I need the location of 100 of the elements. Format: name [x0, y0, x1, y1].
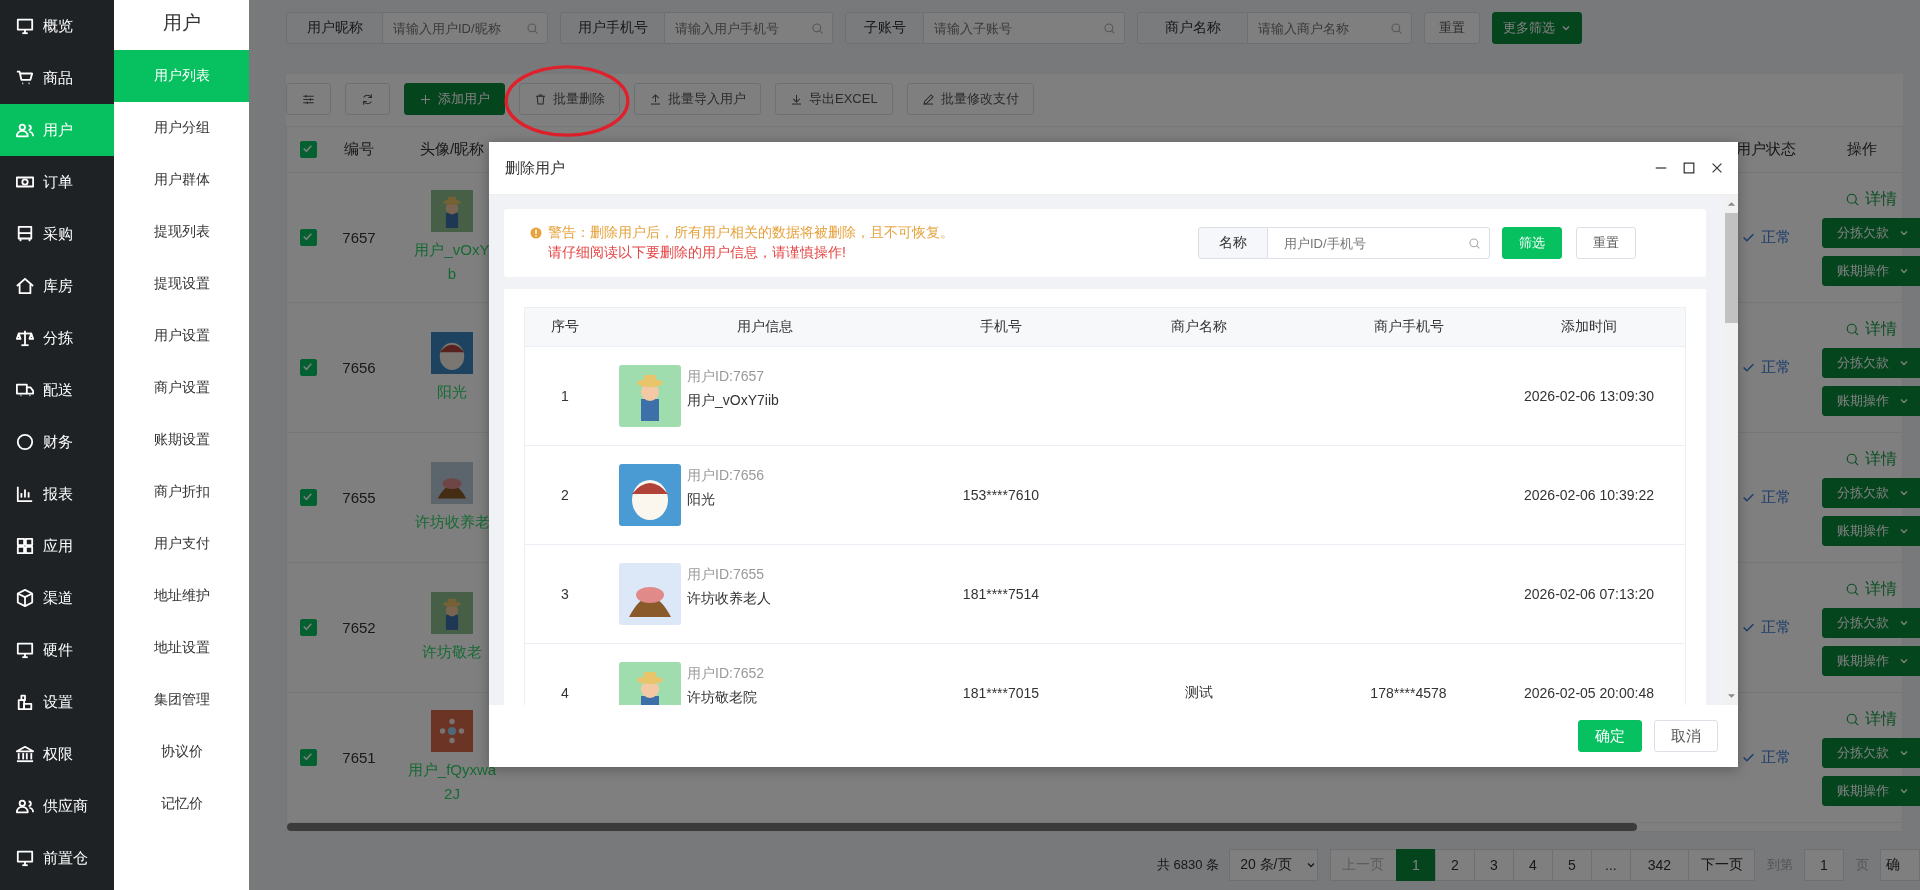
dropdown-button[interactable]: 分拣欠款 — [1822, 608, 1920, 638]
page-button[interactable]: 1 — [1395, 849, 1436, 881]
reset-button[interactable]: 重置 — [1576, 227, 1636, 259]
dropdown-button[interactable]: 账期操作 — [1822, 776, 1920, 806]
arrow-up-icon[interactable] — [1726, 201, 1736, 207]
maximize-icon[interactable] — [1682, 161, 1696, 175]
confirm-button[interactable]: 确 — [1880, 849, 1920, 881]
search-icon — [1845, 712, 1860, 727]
sidebar-item[interactable]: 账期设置 — [114, 414, 249, 466]
arrow-down-icon[interactable] — [1726, 693, 1736, 699]
table-cell: 3 — [561, 586, 569, 602]
more-filters-button[interactable]: 更多筛选 — [1492, 12, 1582, 44]
reset-button[interactable]: 重置 — [1424, 12, 1480, 44]
column-header: 商户名称 — [1171, 318, 1227, 334]
next-page-button[interactable]: 下一页 — [1688, 849, 1755, 881]
column-header: 用户状态 — [1736, 140, 1796, 159]
cancel-button[interactable]: 取消 — [1654, 720, 1718, 752]
nav-item[interactable]: 渠道 — [0, 572, 114, 624]
nav-item[interactable]: 前置仓 — [0, 832, 114, 884]
page-button[interactable]: ... — [1590, 849, 1631, 881]
dropdown-button[interactable]: 分拣欠款 — [1822, 738, 1920, 768]
row-checkbox[interactable] — [299, 749, 317, 766]
sidebar-item[interactable]: 地址维护 — [114, 570, 249, 622]
column-header: 操作 — [1847, 140, 1877, 159]
page-button[interactable]: 4 — [1512, 849, 1553, 881]
nav-item[interactable]: 库房 — [0, 260, 114, 312]
detail-link[interactable]: 详情 — [1845, 449, 1897, 470]
sidebar-item[interactable]: 商户折扣 — [114, 466, 249, 518]
page-input[interactable]: 1 — [1804, 849, 1844, 881]
monitor-icon — [16, 849, 34, 867]
sidebar-item[interactable]: 协议价 — [114, 726, 249, 778]
filter-button[interactable]: 筛选 — [1502, 227, 1562, 259]
filter-label: 用户昵称 — [286, 12, 383, 44]
sidebar-item[interactable]: 集团管理 — [114, 674, 249, 726]
nav-item[interactable]: 用户 — [0, 104, 114, 156]
sidebar-item[interactable]: 地址设置 — [114, 622, 249, 674]
detail-link[interactable]: 详情 — [1845, 319, 1897, 340]
nav-item[interactable]: 概览 — [0, 0, 114, 52]
nav-item[interactable]: 订单 — [0, 156, 114, 208]
nav-item[interactable]: 报表 — [0, 468, 114, 520]
sidebar-item[interactable]: 用户列表 — [114, 50, 249, 102]
search-field[interactable]: 请输入子账号 — [924, 12, 1125, 44]
dropdown-button[interactable]: 分拣欠款 — [1822, 218, 1920, 248]
search-field[interactable]: 请输入用户ID/昵称 — [383, 12, 548, 44]
search-field[interactable]: 请输入商户名称 — [1248, 12, 1412, 44]
detail-link[interactable]: 详情 — [1845, 189, 1897, 210]
page-size-select[interactable]: 20 条/页 — [1229, 849, 1318, 881]
dropdown-button[interactable]: 分拣欠款 — [1822, 478, 1920, 508]
row-checkbox[interactable] — [299, 359, 317, 376]
nav-item[interactable]: 财务 — [0, 416, 114, 468]
toolbar-button[interactable]: 批量删除 — [519, 83, 620, 115]
columns-button[interactable] — [286, 83, 331, 115]
select-all-checkbox[interactable] — [299, 141, 317, 158]
caret-icon — [1899, 748, 1909, 758]
confirm-button[interactable]: 确定 — [1578, 720, 1642, 752]
close-icon[interactable] — [1710, 161, 1724, 175]
nav-item[interactable]: 配送 — [0, 364, 114, 416]
scrollbar-thumb[interactable] — [1724, 213, 1738, 323]
sidebar-item[interactable]: 用户设置 — [114, 310, 249, 362]
row-checkbox[interactable] — [299, 229, 317, 246]
search-field[interactable]: 请输入用户手机号 — [665, 12, 833, 44]
house-icon — [16, 277, 34, 295]
page-button[interactable]: 2 — [1434, 849, 1475, 881]
detail-link[interactable]: 详情 — [1845, 709, 1897, 730]
refresh-icon — [361, 92, 374, 106]
page-button[interactable]: 342 — [1629, 849, 1689, 881]
row-checkbox[interactable] — [299, 619, 317, 636]
detail-link[interactable]: 详情 — [1845, 579, 1897, 600]
nav-item[interactable]: 权限 — [0, 728, 114, 780]
sidebar-item[interactable]: 提现列表 — [114, 206, 249, 258]
nav-item[interactable]: 采购 — [0, 208, 114, 260]
sidebar-item[interactable]: 记忆价 — [114, 778, 249, 830]
table-cell: 1 — [561, 388, 569, 404]
nav-item[interactable]: 硬件 — [0, 624, 114, 676]
nav-item[interactable]: 应用 — [0, 520, 114, 572]
scrollbar[interactable] — [1724, 195, 1738, 705]
toolbar-button[interactable]: 导出EXCEL — [775, 83, 893, 115]
toolbar-button[interactable]: 批量导入用户 — [634, 83, 761, 115]
scrollbar[interactable] — [287, 823, 1637, 831]
dropdown-button[interactable]: 账期操作 — [1822, 516, 1920, 546]
add-user-button[interactable]: 添加用户 — [404, 83, 505, 115]
sidebar-item[interactable]: 用户群体 — [114, 154, 249, 206]
sidebar-item[interactable]: 用户分组 — [114, 102, 249, 154]
sidebar-item[interactable]: 提现设置 — [114, 258, 249, 310]
search-field[interactable]: 用户ID/手机号 — [1268, 227, 1490, 259]
page-button[interactable]: 3 — [1473, 849, 1514, 881]
sidebar-item[interactable]: 商户设置 — [114, 362, 249, 414]
dropdown-button[interactable]: 账期操作 — [1822, 256, 1920, 286]
dropdown-button[interactable]: 账期操作 — [1822, 386, 1920, 416]
page-button[interactable]: 5 — [1551, 849, 1592, 881]
toolbar-button[interactable]: 批量修改支付 — [906, 83, 1034, 115]
row-checkbox[interactable] — [299, 489, 317, 506]
nav-item[interactable]: 分拣 — [0, 312, 114, 364]
nav-item[interactable]: 设置 — [0, 676, 114, 728]
sidebar-item[interactable]: 用户支付 — [114, 518, 249, 570]
dropdown-button[interactable]: 分拣欠款 — [1822, 348, 1920, 378]
nav-item[interactable]: 供应商 — [0, 780, 114, 832]
refresh-button[interactable] — [345, 83, 390, 115]
nav-item[interactable]: 商品 — [0, 52, 114, 104]
dropdown-button[interactable]: 账期操作 — [1822, 646, 1920, 676]
